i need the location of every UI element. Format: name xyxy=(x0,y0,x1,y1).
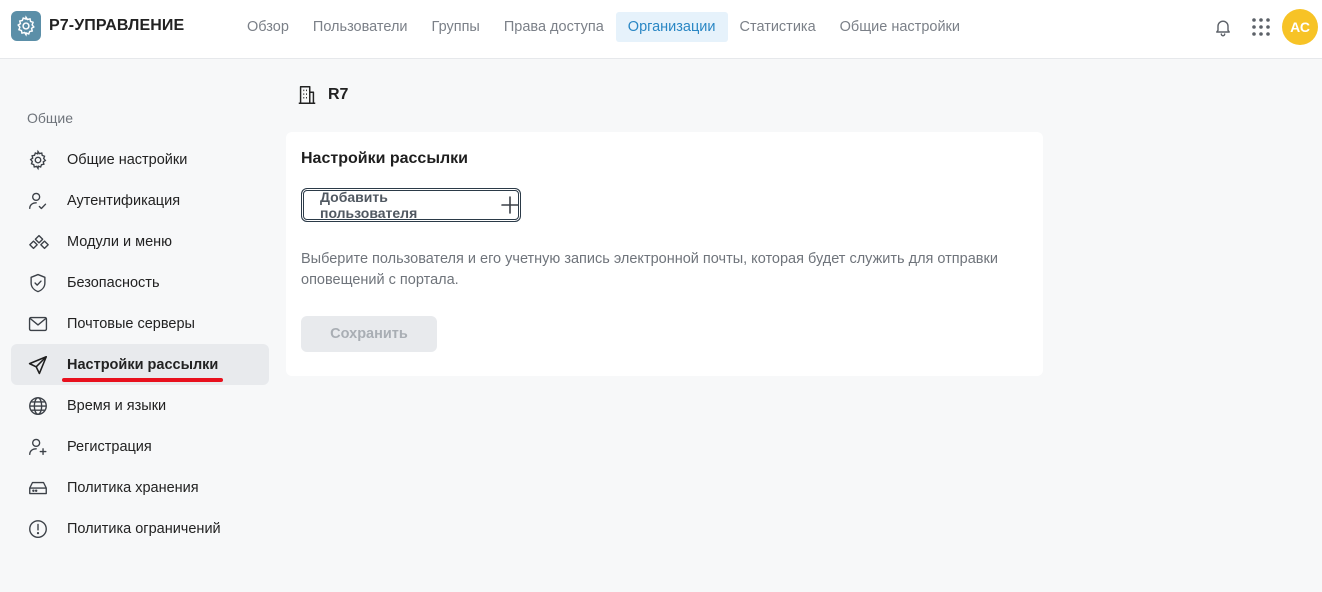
sidebar-item-label: Безопасность xyxy=(67,274,160,291)
add-user-button[interactable]: Добавить пользователя xyxy=(301,188,521,222)
sidebar-item-label: Политика ограничений xyxy=(67,520,221,537)
sidebar-item-mailing-settings[interactable]: Настройки рассылки xyxy=(11,344,269,385)
sidebar-item-restriction-policy[interactable]: Политика ограничений xyxy=(11,508,269,549)
sidebar-item-registration[interactable]: Регистрация xyxy=(11,426,269,467)
sidebar-item-modules[interactable]: Модули и меню xyxy=(11,221,269,262)
globe-icon xyxy=(11,395,67,417)
card-title: Настройки рассылки xyxy=(301,150,468,167)
sidebar-item-time-languages[interactable]: Время и языки xyxy=(11,385,269,426)
mailing-settings-card: Настройки рассылки Добавить пользователя… xyxy=(286,132,1043,376)
app-name: Р7-УПРАВЛЕНИЕ xyxy=(49,17,185,34)
user-check-icon xyxy=(11,190,67,212)
tab-organizations[interactable]: Организации xyxy=(615,12,728,42)
sidebar-list: Общие настройки Аутентификация Модули и … xyxy=(11,139,269,549)
tab-statistics[interactable]: Статистика xyxy=(728,12,828,42)
alert-circle-icon xyxy=(11,518,67,540)
tab-access-rights[interactable]: Права доступа xyxy=(492,12,616,42)
mail-icon xyxy=(11,313,67,335)
sidebar-item-label: Общие настройки xyxy=(67,151,188,168)
tab-groups[interactable]: Группы xyxy=(420,12,492,42)
sidebar-section-title: Общие xyxy=(27,110,74,126)
tab-users[interactable]: Пользователи xyxy=(301,12,420,42)
top-actions: АС xyxy=(1204,8,1318,46)
modules-icon xyxy=(11,231,67,253)
shield-icon xyxy=(11,272,67,294)
sidebar-item-authentication[interactable]: Аутентификация xyxy=(11,180,269,221)
apps-grid-icon[interactable] xyxy=(1242,8,1280,46)
plus-icon xyxy=(500,195,520,215)
sidebar-item-label: Аутентификация xyxy=(67,192,181,209)
main-nav: Обзор Пользователи Группы Права доступа … xyxy=(235,12,972,42)
sidebar-item-label: Почтовые серверы xyxy=(67,315,195,332)
highlight-underline xyxy=(62,378,223,382)
sidebar-item-label: Модули и меню xyxy=(67,233,173,250)
sidebar: Общие Общие настройки Аутентификация Мод… xyxy=(0,59,280,592)
user-avatar[interactable]: АС xyxy=(1282,9,1318,45)
storage-icon xyxy=(11,477,67,499)
user-plus-icon xyxy=(11,436,67,458)
top-bar: Р7-УПРАВЛЕНИЕ Обзор Пользователи Группы … xyxy=(0,0,1322,59)
send-icon xyxy=(11,354,67,376)
notifications-bell-icon[interactable] xyxy=(1204,8,1242,46)
sidebar-item-storage-policy[interactable]: Политика хранения xyxy=(11,467,269,508)
brand[interactable]: Р7-УПРАВЛЕНИЕ xyxy=(11,11,184,41)
sidebar-item-mail-servers[interactable]: Почтовые серверы xyxy=(11,303,269,344)
sidebar-item-label: Регистрация xyxy=(67,438,152,455)
sidebar-item-security[interactable]: Безопасность xyxy=(11,262,269,303)
app-logo-icon xyxy=(11,11,41,41)
sidebar-item-general-settings[interactable]: Общие настройки xyxy=(11,139,269,180)
sidebar-item-label: Политика хранения xyxy=(67,479,199,496)
organization-header: R7 xyxy=(296,84,348,106)
sidebar-item-label: Настройки рассылки xyxy=(67,356,219,373)
gear-icon xyxy=(11,149,67,171)
add-user-button-label: Добавить пользователя xyxy=(320,189,418,221)
sidebar-item-label: Время и языки xyxy=(67,397,167,414)
organization-name: R7 xyxy=(328,86,349,103)
tab-general-settings[interactable]: Общие настройки xyxy=(828,12,972,42)
save-button[interactable]: Сохранить xyxy=(301,316,437,352)
building-icon xyxy=(296,84,318,106)
description-text: Выберите пользователя и его учетную запи… xyxy=(301,251,998,288)
tab-overview[interactable]: Обзор xyxy=(235,12,301,42)
